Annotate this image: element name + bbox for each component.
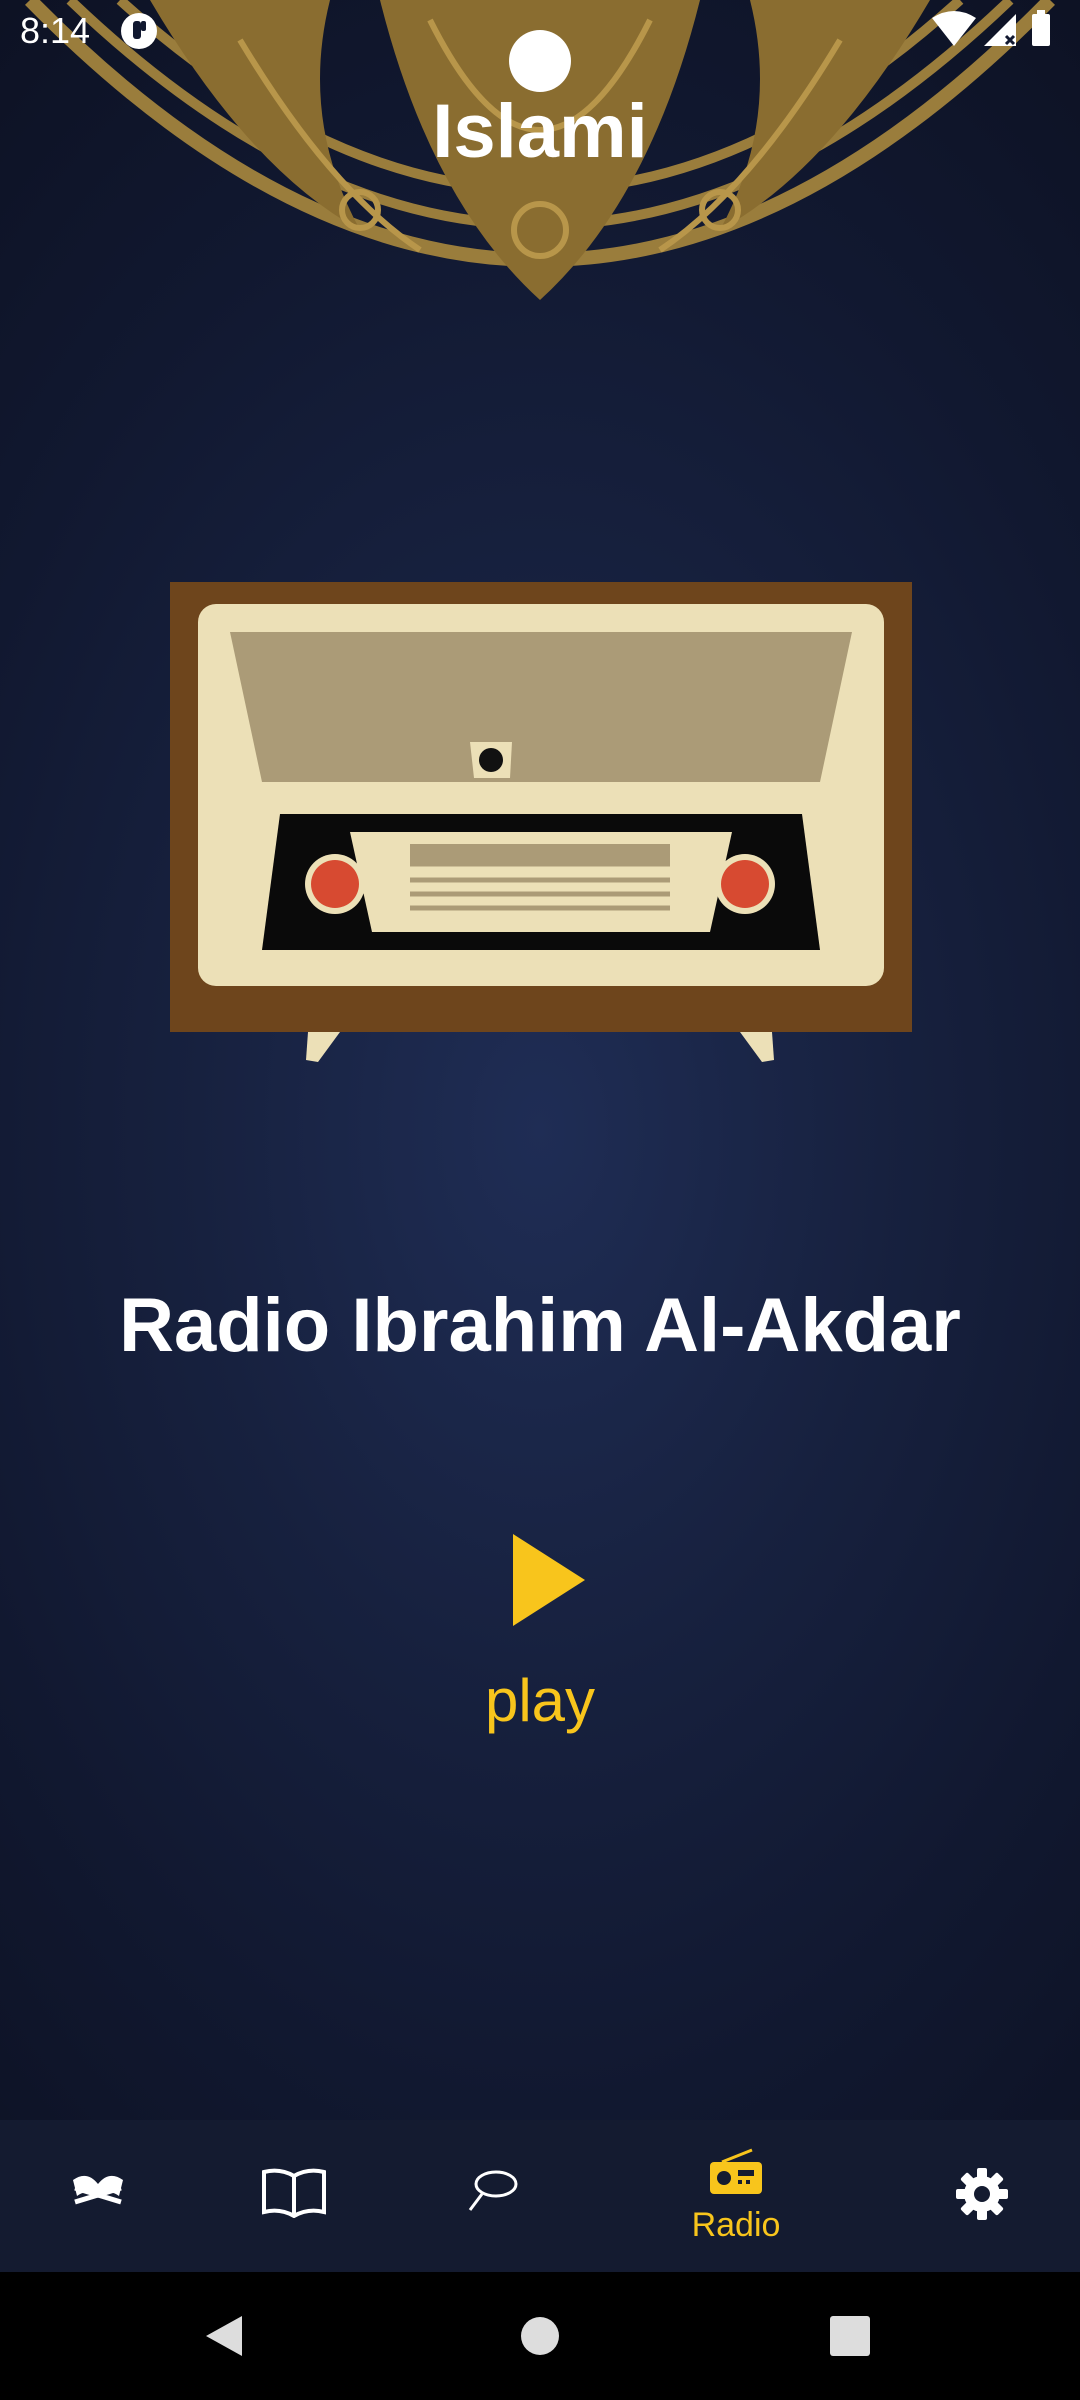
quran-icon bbox=[73, 2175, 123, 2205]
camera-cutout bbox=[509, 30, 571, 92]
play-label: play bbox=[484, 1667, 596, 1734]
play-icon bbox=[513, 1534, 585, 1626]
nav-radio[interactable]: Radio bbox=[646, 2120, 826, 2272]
system-navigation bbox=[0, 2272, 1080, 2400]
nav-radio-label: Radio bbox=[691, 2206, 781, 2244]
wifi-icon bbox=[932, 11, 976, 46]
station-name: Radio Ibrahim Al-Akdar bbox=[119, 1283, 961, 1368]
play-button[interactable]: play bbox=[440, 1520, 640, 1740]
bottom-navigation: Radio bbox=[0, 2120, 1080, 2272]
radio-icon bbox=[710, 2148, 762, 2194]
battery-icon bbox=[1032, 14, 1050, 46]
nav-quran[interactable] bbox=[8, 2120, 188, 2272]
app-title: Islami bbox=[432, 89, 648, 174]
app-notification-icon bbox=[121, 13, 157, 49]
back-icon[interactable] bbox=[204, 2314, 244, 2358]
gear-icon bbox=[956, 2168, 1008, 2220]
nav-settings[interactable] bbox=[892, 2120, 1072, 2272]
hadith-book-icon bbox=[262, 2168, 326, 2218]
status-time: 8:14 bbox=[20, 10, 91, 51]
nav-hadith[interactable] bbox=[204, 2120, 384, 2272]
radio-screen: 8:14 Islami Radio Ibrahim Al-Akdar play … bbox=[0, 0, 1080, 2400]
status-icons bbox=[932, 10, 1050, 46]
sebha-icon bbox=[468, 2170, 518, 2211]
recents-icon[interactable] bbox=[830, 2316, 870, 2356]
home-icon[interactable] bbox=[520, 2316, 560, 2356]
nav-sebha[interactable] bbox=[402, 2120, 582, 2272]
radio-illustration bbox=[170, 582, 912, 1062]
